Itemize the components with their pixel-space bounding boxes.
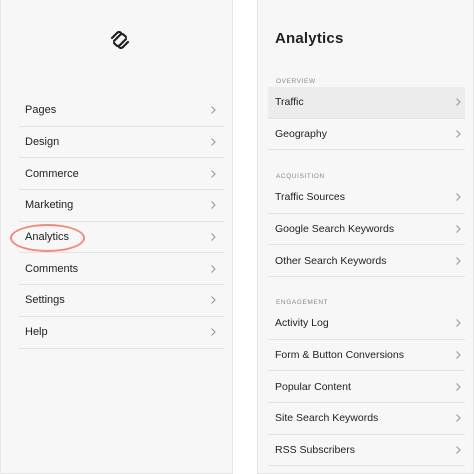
menu-item-rss-subscribers[interactable]: RSS Subscribers	[268, 435, 465, 467]
menu-item-geography[interactable]: Geography	[268, 119, 465, 151]
menu-item-other-search-keywords[interactable]: Other Search Keywords	[268, 245, 465, 278]
chevron-right-icon	[211, 201, 216, 210]
main-sidebar: Pages Design Commerce Marketing Analytic…	[0, 0, 233, 474]
sidebar-item-label: Settings	[25, 294, 65, 307]
section-label-engagement: ENGAGEMENT	[276, 299, 329, 306]
menu-item-label: Form & Button Conversions	[275, 349, 404, 362]
menu-item-traffic[interactable]: Traffic	[268, 87, 465, 119]
chevron-right-icon	[211, 106, 216, 115]
menu-item-label: Geography	[275, 128, 327, 141]
acquisition-list: Traffic Sources Google Search Keywords O…	[268, 182, 465, 278]
sidebar-item-marketing[interactable]: Marketing	[19, 190, 224, 222]
menu-item-label: Traffic	[275, 96, 304, 109]
chevron-right-icon	[211, 264, 216, 273]
chevron-right-icon	[456, 193, 461, 202]
sidebar-nav: Pages Design Commerce Marketing Analytic…	[10, 95, 224, 349]
menu-item-label: Other Search Keywords	[275, 254, 387, 267]
chevron-right-icon	[456, 351, 461, 359]
chevron-right-icon	[456, 414, 461, 423]
analytics-panel: Analytics OVERVIEW Traffic Geography ACQ…	[257, 0, 474, 474]
sidebar-item-comments[interactable]: Comments	[19, 253, 224, 286]
menu-item-label: Google Search Keywords	[275, 223, 395, 236]
sidebar-item-help[interactable]: Help	[19, 317, 224, 349]
section-label-overview: OVERVIEW	[276, 78, 316, 85]
engagement-list: Activity Log Form & Button Conversions P…	[268, 308, 465, 467]
sidebar-item-label: Marketing	[25, 199, 74, 212]
sidebar-item-settings[interactable]: Settings	[19, 285, 224, 317]
sidebar-item-design[interactable]: Design	[19, 127, 224, 159]
chevron-right-icon	[211, 138, 216, 146]
squarespace-logo-icon[interactable]	[109, 31, 131, 49]
chevron-right-icon	[211, 169, 216, 178]
chevron-right-icon	[456, 319, 461, 328]
menu-item-google-search-keywords[interactable]: Google Search Keywords	[268, 214, 465, 246]
chevron-right-icon	[456, 382, 461, 391]
menu-item-label: Popular Content	[275, 380, 351, 393]
sidebar-item-commerce[interactable]: Commerce	[19, 158, 224, 191]
menu-item-label: RSS Subscribers	[275, 444, 355, 457]
section-label-acquisition: ACQUISITION	[276, 173, 325, 180]
chevron-right-icon	[456, 130, 461, 138]
menu-item-label: Traffic Sources	[275, 191, 346, 204]
chevron-right-icon	[211, 328, 216, 337]
sidebar-item-label: Pages	[25, 104, 57, 117]
menu-item-activity-log[interactable]: Activity Log	[268, 308, 465, 340]
chevron-right-icon	[456, 446, 461, 454]
chevron-right-icon	[211, 296, 216, 305]
menu-item-popular-content[interactable]: Popular Content	[268, 371, 465, 404]
sidebar-item-pages[interactable]: Pages	[19, 95, 224, 127]
chevron-right-icon	[456, 98, 461, 107]
sidebar-item-label: Analytics	[25, 231, 70, 244]
menu-item-traffic-sources[interactable]: Traffic Sources	[268, 182, 465, 214]
menu-item-label: Activity Log	[275, 317, 329, 330]
sidebar-item-label: Design	[25, 136, 60, 149]
chevron-right-icon	[456, 256, 461, 265]
sidebar-item-label: Comments	[25, 262, 79, 275]
chevron-right-icon	[211, 233, 216, 241]
overview-list: Traffic Geography	[268, 87, 465, 151]
sidebar-item-analytics[interactable]: Analytics	[10, 222, 224, 254]
menu-item-form-button-conversions[interactable]: Form & Button Conversions	[268, 340, 465, 372]
sidebar-item-label: Commerce	[25, 167, 79, 180]
page-title: Analytics	[275, 30, 344, 47]
chevron-right-icon	[456, 225, 461, 233]
sidebar-item-label: Help	[25, 326, 48, 339]
menu-item-site-search-keywords[interactable]: Site Search Keywords	[268, 403, 465, 435]
menu-item-label: Site Search Keywords	[275, 412, 379, 425]
